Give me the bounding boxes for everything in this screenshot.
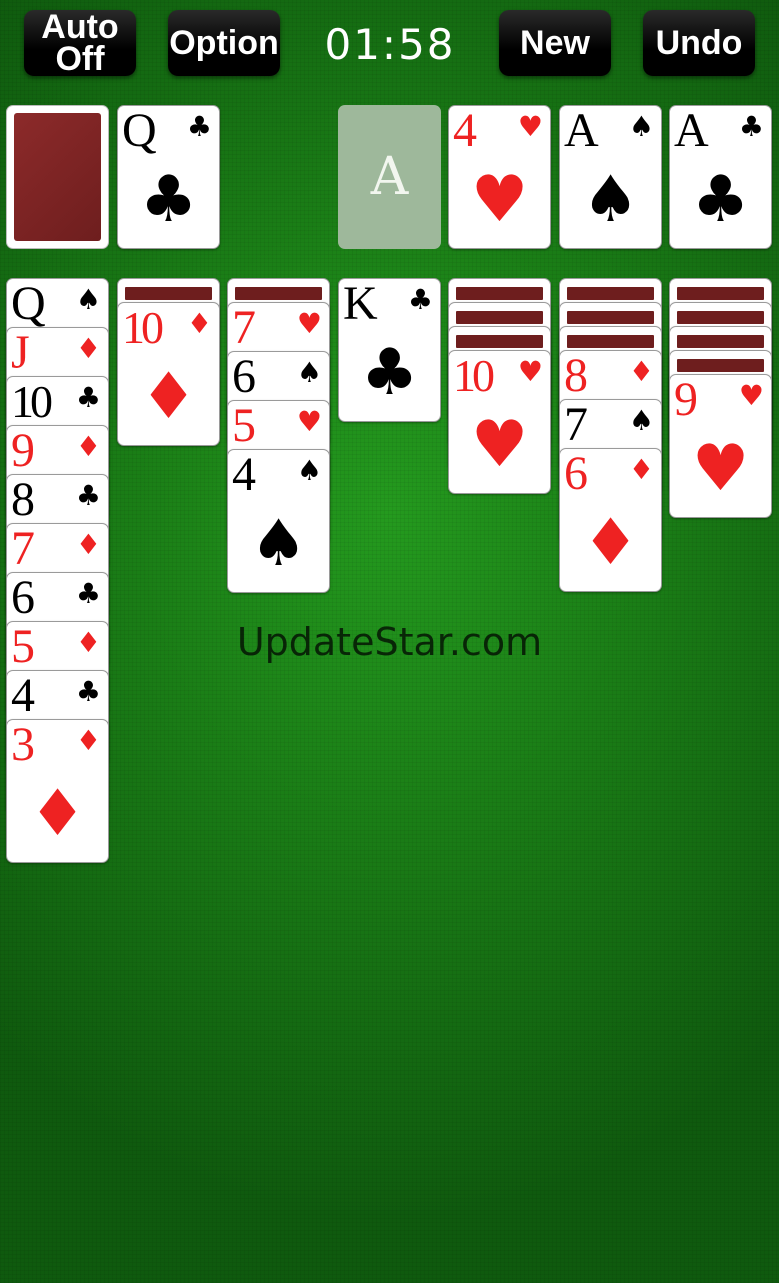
- spade-icon: ♠: [581, 163, 640, 237]
- heart-icon: ♥: [296, 405, 322, 438]
- card-rank: A: [674, 105, 709, 157]
- card-rank: 8: [11, 474, 35, 526]
- foundation-card[interactable]: A ♣ ♣: [669, 105, 772, 249]
- tableau-card[interactable]: 3 ♦ ♦: [6, 719, 109, 863]
- undo-label: Undo: [655, 24, 743, 62]
- card-rank: 6: [232, 351, 256, 403]
- heart-icon: ♥: [738, 379, 764, 412]
- diamond-icon: ♦: [75, 724, 101, 757]
- heart-icon: ♥: [470, 408, 529, 482]
- card-rank: 5: [232, 400, 256, 452]
- club-icon: ♣: [407, 283, 433, 316]
- spade-icon: ♠: [296, 454, 322, 487]
- card-rank: 6: [11, 572, 35, 624]
- tableau-card[interactable]: 6 ♦ ♦: [559, 448, 662, 592]
- option-label: Option: [169, 24, 279, 62]
- club-icon: ♣: [691, 163, 750, 237]
- diamond-icon: ♦: [581, 506, 640, 580]
- heart-icon: ♥: [296, 307, 322, 340]
- new-label: New: [520, 24, 590, 62]
- spade-icon: ♠: [628, 404, 654, 437]
- club-icon: ♣: [139, 163, 198, 237]
- card-rank: 9: [674, 374, 698, 426]
- stock-pile[interactable]: [6, 105, 109, 249]
- club-icon: ♣: [186, 110, 212, 143]
- heart-icon: ♥: [517, 355, 543, 388]
- spade-icon: ♠: [628, 110, 654, 143]
- spade-icon: ♠: [249, 507, 308, 581]
- tableau-card[interactable]: K ♣ ♣: [338, 278, 441, 422]
- diamond-icon: ♦: [75, 332, 101, 365]
- auto-off-button[interactable]: Auto Off: [24, 10, 136, 76]
- spade-icon: ♠: [75, 283, 101, 316]
- heart-icon: ♥: [470, 163, 529, 237]
- card-rank: 9: [11, 425, 35, 477]
- diamond-icon: ♦: [75, 528, 101, 561]
- diamond-icon: ♦: [28, 777, 87, 851]
- foundation-card[interactable]: A ♠ ♠: [559, 105, 662, 249]
- game-timer: 01:58: [324, 19, 456, 69]
- card-rank: A: [564, 105, 599, 157]
- card-rank: 4: [232, 449, 256, 501]
- spade-icon: ♠: [296, 356, 322, 389]
- tableau-card[interactable]: 10 ♥ ♥: [448, 350, 551, 494]
- club-icon: ♣: [738, 110, 764, 143]
- club-icon: ♣: [75, 381, 101, 414]
- option-button[interactable]: Option: [168, 10, 280, 76]
- club-icon: ♣: [75, 479, 101, 512]
- card-rank: 10: [11, 376, 53, 427]
- card-rank: 3: [11, 719, 35, 771]
- club-icon: ♣: [75, 675, 101, 708]
- tableau-card[interactable]: 4 ♠ ♠: [227, 449, 330, 593]
- auto-label: Auto: [41, 8, 119, 46]
- card-rank: 10: [453, 350, 495, 401]
- club-icon: ♣: [360, 336, 419, 410]
- card-rank: J: [11, 327, 30, 379]
- heart-icon: ♥: [691, 432, 750, 506]
- diamond-icon: ♦: [75, 430, 101, 463]
- heart-icon: ♥: [517, 110, 543, 143]
- diamond-icon: ♦: [628, 453, 654, 486]
- card-rank: 10: [122, 302, 164, 353]
- card-rank: 7: [11, 523, 35, 575]
- card-rank: 4: [11, 670, 35, 722]
- watermark-text: UpdateStar.com: [236, 620, 543, 664]
- diamond-icon: ♦: [139, 360, 198, 434]
- card-rank: 6: [564, 448, 588, 500]
- card-rank: Q: [11, 278, 46, 330]
- card-rank: K: [343, 278, 378, 330]
- card-rank: 7: [232, 302, 256, 354]
- off-label: Off: [55, 40, 105, 78]
- waste-rank: Q: [122, 105, 157, 157]
- club-icon: ♣: [75, 577, 101, 610]
- tableau-card[interactable]: 9 ♥ ♥: [669, 374, 772, 518]
- foundation-card[interactable]: 4 ♥ ♥: [448, 105, 551, 249]
- card-rank: 8: [564, 350, 588, 402]
- card-rank: 4: [453, 105, 477, 157]
- waste-card[interactable]: Q ♣ ♣: [117, 105, 220, 249]
- foundation-empty-slot[interactable]: A: [338, 105, 441, 249]
- undo-button[interactable]: Undo: [643, 10, 755, 76]
- card-rank: 7: [564, 399, 588, 451]
- new-game-button[interactable]: New: [499, 10, 611, 76]
- tableau-card[interactable]: 10 ♦ ♦: [117, 302, 220, 446]
- diamond-icon: ♦: [628, 355, 654, 388]
- diamond-icon: ♦: [186, 307, 212, 340]
